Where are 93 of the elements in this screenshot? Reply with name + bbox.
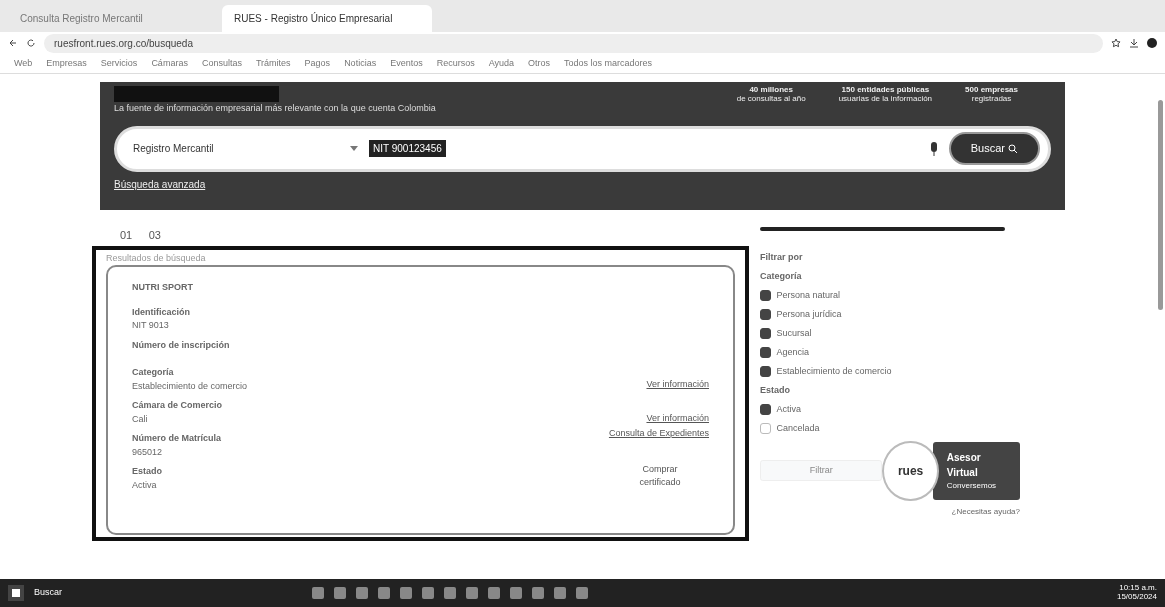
filter-group-title: Categoría xyxy=(760,269,803,283)
taskbar-app-icon[interactable] xyxy=(576,587,588,599)
taskbar-app-icon[interactable] xyxy=(356,587,368,599)
field-label: Estado xyxy=(132,465,163,479)
filter-option[interactable]: Persona jurídica xyxy=(776,307,842,321)
browser-tab[interactable]: RUES - Registro Único Empresarial xyxy=(222,5,432,32)
hero-tagline: La fuente de información empresarial más relevante con la que cuenta Colombia xyxy=(114,102,436,115)
field-value: Cali xyxy=(132,412,149,426)
filter-option[interactable]: Persona natural xyxy=(776,288,841,302)
stat-title: 500 empresas xyxy=(965,86,1018,94)
bookmark[interactable]: Servicios xyxy=(100,56,138,71)
taskbar-app-icon[interactable] xyxy=(488,587,500,599)
stat-subtitle: usuarias de la información xyxy=(838,94,933,104)
bookmark[interactable]: Eventos xyxy=(390,56,423,71)
back-icon[interactable] xyxy=(8,38,18,48)
filter-option[interactable]: Establecimiento de comercio xyxy=(776,364,892,378)
search-query[interactable]: NIT 900123456 xyxy=(369,140,446,157)
bookmark[interactable]: Web xyxy=(14,56,33,71)
taskbar-app-icon[interactable] xyxy=(444,587,456,599)
taskbar-app-icon[interactable] xyxy=(554,587,566,599)
filter-checkbox[interactable] xyxy=(760,289,771,301)
start-icon[interactable] xyxy=(8,585,24,601)
results-heading: Resultados de búsqueda xyxy=(106,251,207,265)
filter-button[interactable]: Filtrar xyxy=(760,460,883,481)
bookmark[interactable]: Trámites xyxy=(255,56,291,71)
page-number[interactable]: 03 xyxy=(148,226,161,243)
microphone-icon[interactable] xyxy=(929,141,938,156)
search-button[interactable]: Buscar xyxy=(948,132,1040,165)
bookmark[interactable]: Pagos xyxy=(304,56,331,71)
info-link[interactable]: Consulta de Expedientes xyxy=(608,427,709,441)
scrollbar-thumb[interactable] xyxy=(1158,100,1163,310)
field-label: Número de inscripción xyxy=(132,338,231,352)
field-label: Número de Matrícula xyxy=(132,432,223,446)
field-label: Categoría xyxy=(132,366,175,380)
stat-subtitle: registradas xyxy=(970,94,1012,104)
star-icon[interactable] xyxy=(1111,38,1121,48)
browser-tab[interactable]: Consulta Registro Mercantil xyxy=(8,5,218,32)
bookmark[interactable]: Empresas xyxy=(46,56,87,71)
advanced-search-link[interactable]: Búsqueda avanzada xyxy=(114,177,206,192)
category-dropdown[interactable]: Registro Mercantil xyxy=(133,141,358,156)
field-value: Activa xyxy=(132,478,158,492)
bookmark[interactable]: Ayuda xyxy=(488,56,515,71)
taskbar-app-icon[interactable] xyxy=(378,587,390,599)
taskbar-app-icon[interactable] xyxy=(334,587,346,599)
filter-option[interactable]: Activa xyxy=(776,402,801,416)
taskbar-app-icon[interactable] xyxy=(400,587,412,599)
info-link[interactable]: Ver información xyxy=(646,411,709,426)
taskbar-app-icon[interactable] xyxy=(510,587,522,599)
taskbar-app-icon[interactable] xyxy=(466,587,478,599)
assistant-banner[interactable]: Asesor Virtual Conversemos xyxy=(932,441,1020,500)
field-label: Cámara de Comercio xyxy=(132,399,224,413)
taskbar-app-icon[interactable] xyxy=(312,587,324,599)
filter-checkbox[interactable] xyxy=(760,346,771,358)
field-label: Identificación xyxy=(132,305,191,319)
filter-title: Filtrar por xyxy=(760,250,804,264)
stat-subtitle: de consultas al año xyxy=(736,94,806,104)
bookmark[interactable]: Noticias xyxy=(344,56,377,71)
taskbar-app-icon[interactable] xyxy=(532,587,544,599)
stat-title: 150 entidades públicas xyxy=(840,86,930,94)
reload-icon[interactable] xyxy=(26,38,36,48)
download-icon[interactable] xyxy=(1129,38,1139,48)
filter-option[interactable]: Cancelada xyxy=(776,421,820,435)
taskbar-clock: 10:15 a.m. xyxy=(1118,584,1157,593)
filter-checkbox[interactable] xyxy=(760,327,771,339)
bookmark[interactable]: Todos los marcadores xyxy=(564,56,653,71)
filter-option[interactable]: Agencia xyxy=(776,345,810,359)
stat-title: 40 millones xyxy=(748,86,794,95)
bookmark[interactable]: Recursos xyxy=(436,56,475,71)
certificate-link[interactable]: Comprar certificado xyxy=(625,462,695,490)
company-name: NUTRI SPORT xyxy=(132,281,194,295)
bookmark[interactable]: Cámaras xyxy=(151,56,188,71)
filter-option[interactable]: Sucursal xyxy=(776,326,812,340)
info-link[interactable]: Ver información xyxy=(646,378,709,392)
taskbar-date: 15/05/2024 xyxy=(1116,593,1157,602)
taskbar-search[interactable]: Buscar xyxy=(34,586,62,600)
bookmark[interactable]: Otros xyxy=(528,56,551,71)
caret-icon xyxy=(350,146,358,151)
field-value: Establecimiento de comercio xyxy=(132,379,248,393)
page-number[interactable]: 01 xyxy=(120,226,133,243)
profile-icon[interactable] xyxy=(1147,38,1157,48)
filter-group-title: Estado xyxy=(760,383,791,397)
filter-checkbox[interactable] xyxy=(760,403,771,415)
filter-checkbox[interactable] xyxy=(760,422,771,434)
assistant-logo[interactable]: rues xyxy=(882,440,939,501)
taskbar-app-icon[interactable] xyxy=(422,587,434,599)
filter-checkbox[interactable] xyxy=(760,365,771,377)
filter-checkbox[interactable] xyxy=(760,308,771,320)
field-value: NIT 9013 xyxy=(132,319,170,333)
bookmark[interactable]: Consultas xyxy=(201,56,242,71)
address-field[interactable]: ruesfront.rues.org.co/busqueda xyxy=(44,33,1103,53)
search-icon xyxy=(1008,144,1018,155)
assistant-hint[interactable]: ¿Necesitas ayuda? xyxy=(760,506,1020,518)
field-value: 965012 xyxy=(132,445,164,459)
